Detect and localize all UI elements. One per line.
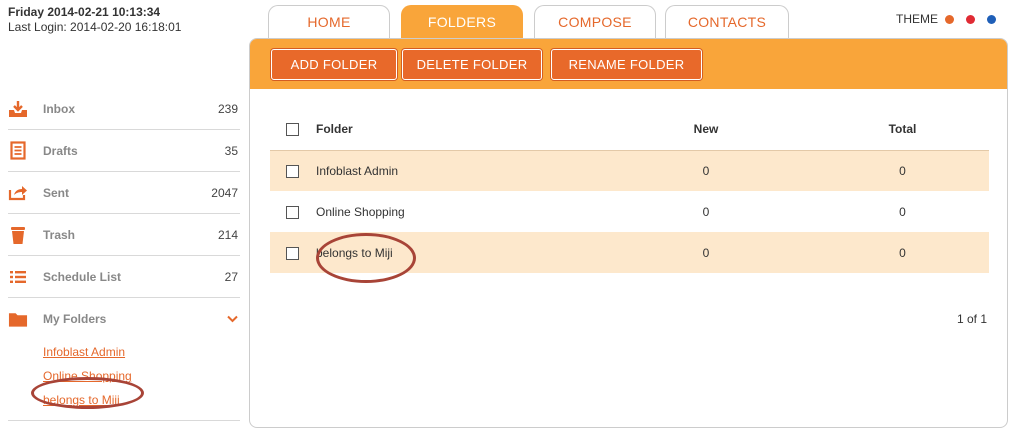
select-all-checkbox[interactable] xyxy=(286,123,299,137)
row-checkbox[interactable] xyxy=(286,205,299,219)
highlight-circle xyxy=(31,377,144,409)
table-header-row: Folder New Total xyxy=(270,109,989,151)
theme-label: THEME xyxy=(896,12,938,26)
sidebar-item-count: 2047 xyxy=(211,185,238,200)
sidebar-item-label: Inbox xyxy=(43,101,75,116)
sidebar-item-inbox[interactable]: Inbox 239 xyxy=(8,88,240,130)
pagination-label: 1 of 1 xyxy=(956,312,987,326)
theme-selector: THEME xyxy=(896,12,996,26)
row-checkbox-cell xyxy=(270,232,316,273)
login-info: Friday 2014-02-21 10:13:34 Last Login: 2… xyxy=(8,5,181,35)
inbox-icon xyxy=(8,99,28,119)
column-header-folder[interactable]: Folder xyxy=(316,109,596,151)
new-count: 0 xyxy=(596,150,816,191)
tab-contacts[interactable]: CONTACTS xyxy=(665,5,789,38)
rename-folder-button[interactable]: RENAME FOLDER xyxy=(551,49,702,80)
new-count: 0 xyxy=(702,204,710,219)
sidebar-item-my-folders[interactable]: My Folders xyxy=(8,298,240,340)
drafts-icon xyxy=(8,141,28,161)
main-tabs: HOME FOLDERS COMPOSE CONTACTS xyxy=(268,5,789,38)
theme-red-dot[interactable] xyxy=(966,14,975,24)
sidebar-item-label: Drafts xyxy=(43,143,78,158)
sidebar-item-drafts[interactable]: Drafts 35 xyxy=(8,130,240,172)
folder-name[interactable]: Infoblast Admin xyxy=(316,150,596,191)
table-row[interactable]: Online Shopping 0 0 xyxy=(270,191,989,232)
list-icon xyxy=(8,267,28,287)
folder-name[interactable]: Online Shopping xyxy=(316,191,596,232)
row-checkbox-cell xyxy=(270,150,316,191)
column-header-new[interactable]: New xyxy=(596,109,816,151)
sidebar-item-schedule-list[interactable]: Schedule List 27 xyxy=(8,256,240,298)
sidebar-item-count: 27 xyxy=(224,269,238,284)
select-all-cell xyxy=(270,109,316,151)
row-checkbox[interactable] xyxy=(286,164,299,178)
sidebar-item-trash[interactable]: Trash 214 xyxy=(8,214,240,256)
folder-link-infoblast-admin[interactable]: Infoblast Admin xyxy=(43,340,240,364)
current-datetime: Friday 2014-02-21 10:13:34 xyxy=(8,5,161,19)
tab-compose[interactable]: COMPOSE xyxy=(534,5,656,38)
sent-icon xyxy=(8,183,28,203)
theme-blue-dot[interactable] xyxy=(987,14,996,24)
add-folder-button[interactable]: ADD FOLDER xyxy=(271,49,397,80)
sidebar-item-count: 214 xyxy=(217,227,238,242)
total-count: 0 xyxy=(816,232,989,273)
total-count: 0 xyxy=(816,150,989,191)
theme-orange-dot[interactable] xyxy=(945,14,954,24)
new-count: 0 xyxy=(596,232,816,273)
sidebar-item-label: Trash xyxy=(43,227,76,242)
tab-folders[interactable]: FOLDERS xyxy=(401,5,523,38)
tab-home[interactable]: HOME xyxy=(268,5,390,38)
trash-icon xyxy=(8,225,28,245)
sidebar-item-label: Schedule List xyxy=(43,269,122,284)
sidebar-item-label: My Folders xyxy=(43,312,107,326)
last-login: Last Login: 2014-02-20 16:18:01 xyxy=(8,20,182,34)
total-count: 0 xyxy=(899,204,906,219)
folder-icon xyxy=(8,309,28,329)
sidebar-item-count: 35 xyxy=(224,143,238,158)
highlight-circle xyxy=(316,233,416,283)
row-checkbox-cell xyxy=(270,191,316,232)
sidebar-item-sent[interactable]: Sent 2047 xyxy=(8,172,240,214)
sidebar-item-count: 239 xyxy=(217,101,238,116)
chevron-down-icon[interactable] xyxy=(227,312,238,326)
column-header-total[interactable]: Total xyxy=(816,109,989,151)
delete-folder-button[interactable]: DELETE FOLDER xyxy=(402,49,542,80)
folder-toolbar: ADD FOLDER DELETE FOLDER RENAME FOLDER xyxy=(250,39,1007,89)
row-checkbox[interactable] xyxy=(286,246,299,260)
sidebar: Inbox 239 Drafts 35 Sent 2047 Trash 214 … xyxy=(8,88,240,421)
sidebar-item-label: Sent xyxy=(43,185,70,200)
table-row[interactable]: Infoblast Admin 0 0 xyxy=(270,150,989,191)
